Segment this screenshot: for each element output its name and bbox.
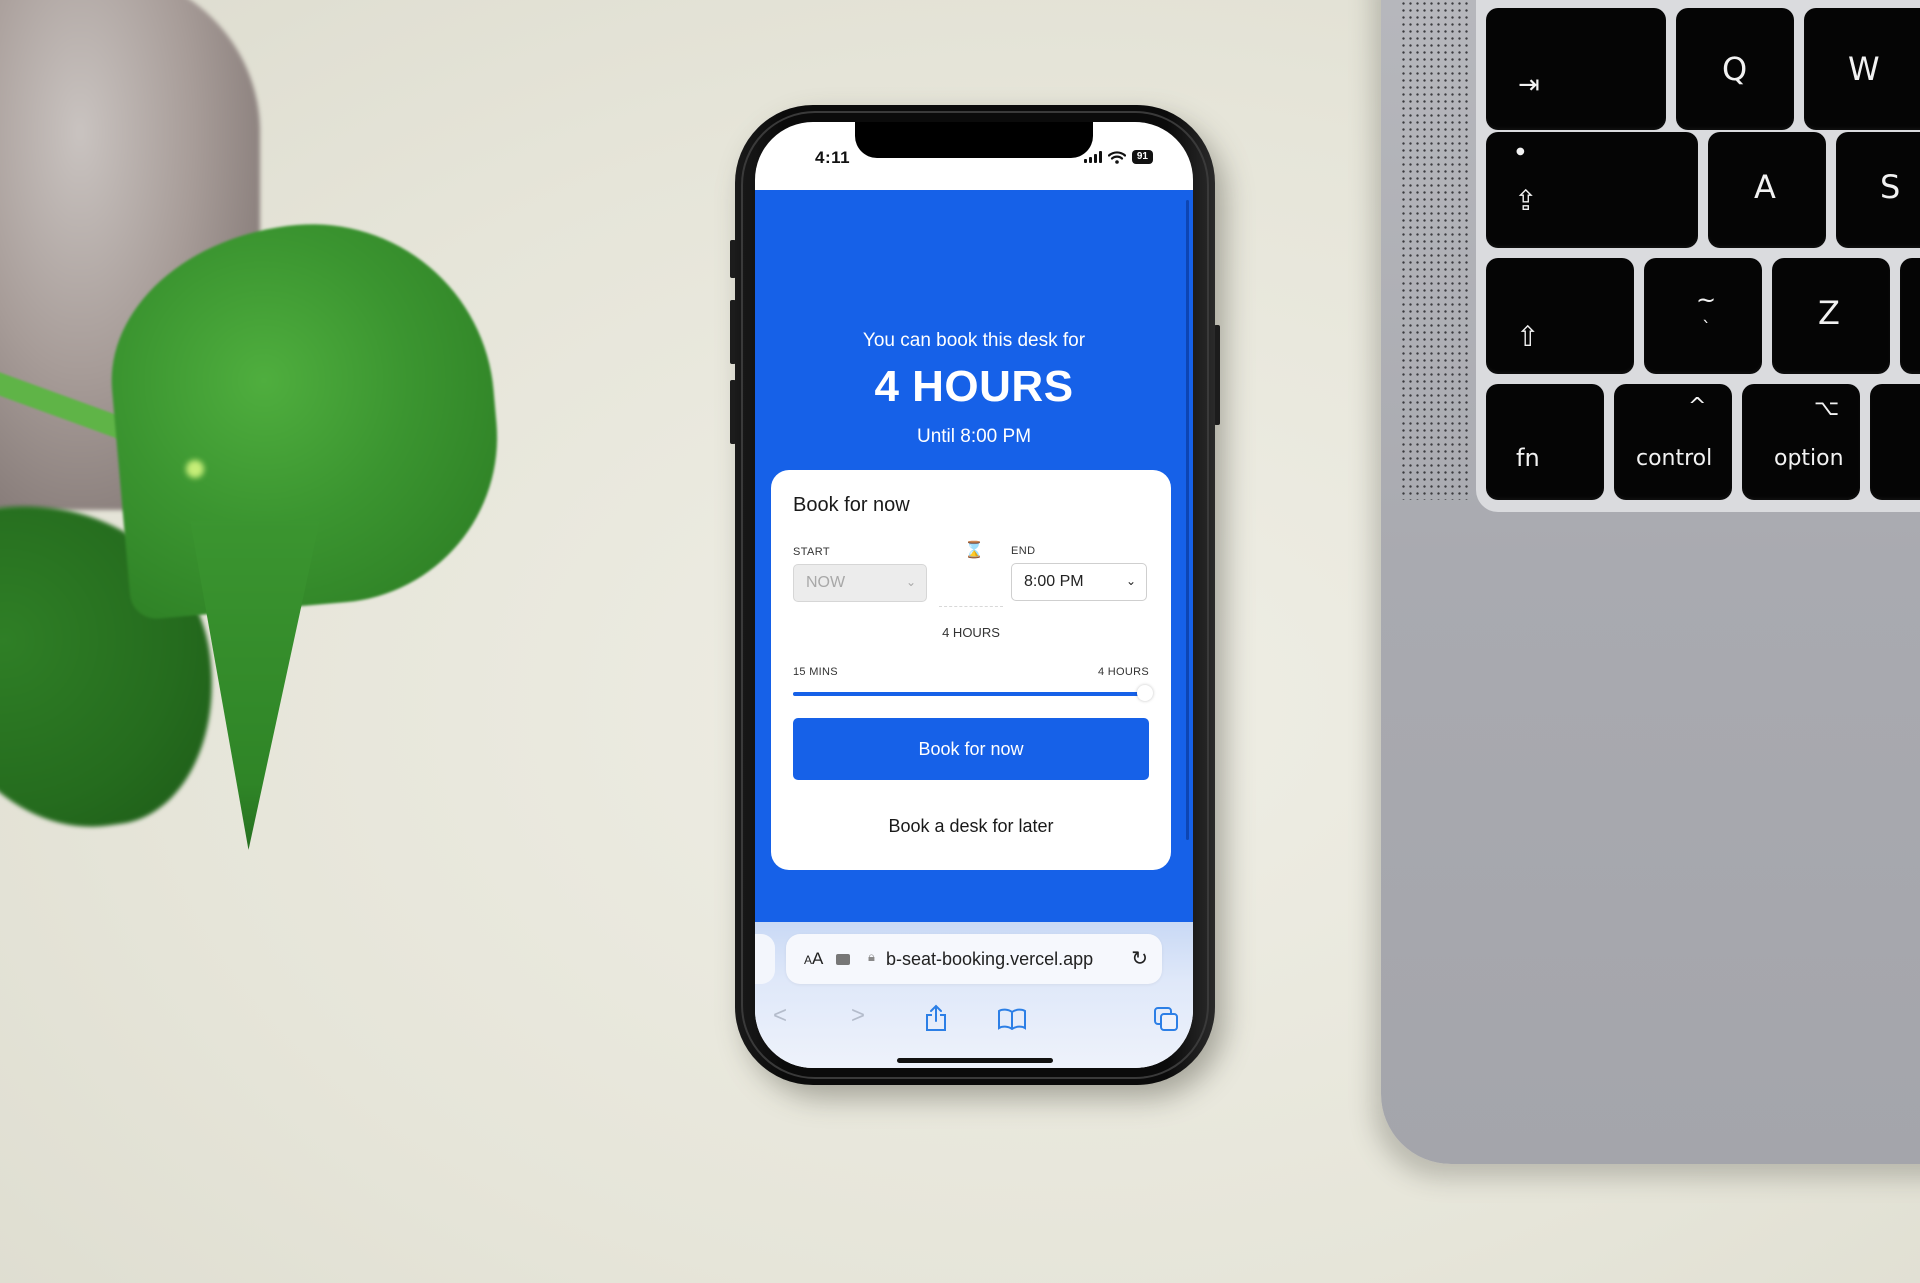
slider-max-label: 4 HOURS — [1098, 666, 1149, 678]
scrollbar[interactable] — [1186, 200, 1189, 840]
end-select-value: 8:00 PM — [1024, 573, 1084, 590]
key-control[interactable]: ^ control — [1614, 384, 1732, 500]
key-command[interactable] — [1870, 384, 1920, 500]
key-z[interactable]: Z — [1772, 258, 1890, 374]
option-icon: ⌥ — [1814, 396, 1840, 421]
booking-hero: You can book this desk for 4 HOURS Until… — [755, 190, 1193, 922]
key-w[interactable]: W — [1804, 8, 1920, 130]
share-icon[interactable] — [924, 1004, 948, 1032]
laptop-speaker-grille — [1400, 0, 1468, 500]
home-indicator[interactable] — [897, 1058, 1053, 1063]
book-later-button[interactable]: Book a desk for later — [793, 806, 1149, 846]
key-label: Z — [1818, 294, 1840, 332]
hero-subtitle: You can book this desk for — [862, 330, 1086, 351]
url-text[interactable]: b-seat-booking.vercel.app — [886, 949, 1093, 970]
reload-icon[interactable]: ↻ — [1131, 946, 1148, 971]
end-select[interactable]: 8:00 PM ⌄ — [1011, 563, 1147, 601]
hero-until: Until 8:00 PM — [916, 426, 1032, 447]
tab-arrow-icon: ⇥ — [1518, 70, 1540, 100]
slider-min-label: 15 MINS — [793, 666, 838, 678]
status-icons: 91 — [1083, 150, 1153, 164]
duration-connector — [939, 606, 1003, 607]
key-caps-lock[interactable]: ● ⇪ — [1486, 132, 1698, 248]
key-shift[interactable]: ⇧ — [1486, 258, 1634, 374]
leaf-highlight — [186, 460, 204, 478]
hero-duration: 4 HOURS — [874, 362, 1074, 411]
laptop-keyboard: ⇥ Q W ● ⇪ A S ⇧ ~ ` Z fn ^ control ⌥ opt… — [1476, 0, 1920, 512]
chevron-down-icon: ⌄ — [1125, 574, 1136, 588]
caps-lock-icon: ⇪ — [1514, 184, 1538, 217]
wifi-icon — [1107, 150, 1126, 164]
previous-tab-peek[interactable] — [755, 934, 775, 984]
start-label: START — [793, 546, 831, 558]
key-q[interactable]: Q — [1676, 8, 1794, 130]
key-label: A — [1754, 168, 1776, 206]
phone-screen: 4:11 91 You can book this desk for 4 HOU… — [755, 122, 1193, 1068]
address-bar[interactable]: AA 🔒︎ b-seat-booking.vercel.app ↻ — [786, 934, 1162, 984]
status-time: 4:11 — [815, 148, 851, 167]
key-label: fn — [1516, 444, 1540, 472]
shift-icon: ⇧ — [1516, 320, 1540, 353]
cellular-signal-icon — [1083, 151, 1102, 163]
start-select[interactable]: NOW ⌄ — [793, 564, 927, 602]
battery-icon: 91 — [1131, 150, 1153, 164]
key-label: ~ — [1696, 286, 1717, 314]
extension-icon[interactable] — [836, 954, 850, 965]
slider-fill — [793, 692, 1145, 696]
control-caret-icon: ^ — [1688, 394, 1707, 419]
key-fn[interactable]: fn — [1486, 384, 1604, 500]
bookmarks-icon[interactable] — [997, 1008, 1027, 1030]
key-label: control — [1636, 446, 1713, 471]
hourglass-icon: ⌛ — [964, 542, 984, 559]
booking-card: Book for now START NOW ⌄ ⌛ 4 HOURS END 8… — [771, 470, 1171, 870]
safari-toolbar: AA 🔒︎ b-seat-booking.vercel.app ↻ < > — [755, 922, 1193, 1068]
slider-thumb[interactable] — [1137, 685, 1153, 701]
key-tilde[interactable]: ~ ` — [1644, 258, 1762, 374]
key-label: W — [1848, 50, 1880, 88]
duration-slider[interactable] — [793, 685, 1153, 701]
book-now-button[interactable]: Book for now — [793, 718, 1149, 780]
key-label: option — [1774, 446, 1844, 471]
key-tab[interactable]: ⇥ — [1486, 8, 1666, 130]
end-label: END — [1011, 545, 1036, 557]
key-option[interactable]: ⌥ option — [1742, 384, 1860, 500]
key-label: Q — [1722, 50, 1748, 88]
key-a[interactable]: A — [1708, 132, 1826, 248]
caps-lock-led-icon: ● — [1516, 146, 1525, 157]
back-icon[interactable]: < — [773, 1002, 787, 1030]
tabs-icon[interactable] — [1153, 1006, 1179, 1032]
forward-icon[interactable]: > — [851, 1002, 865, 1030]
backtick-glyph: ` — [1702, 318, 1711, 339]
start-select-value: NOW — [806, 574, 846, 591]
text-size-button[interactable]: AA — [804, 949, 823, 969]
key-label: S — [1880, 168, 1901, 206]
chevron-down-icon: ⌄ — [905, 575, 916, 589]
duration-label: 4 HOURS — [942, 625, 1000, 640]
key-x[interactable] — [1900, 258, 1920, 374]
key-s[interactable]: S — [1836, 132, 1920, 248]
lock-icon: 🔒︎ — [868, 949, 875, 964]
phone-notch — [855, 122, 1093, 158]
card-title: Book for now — [793, 494, 910, 516]
